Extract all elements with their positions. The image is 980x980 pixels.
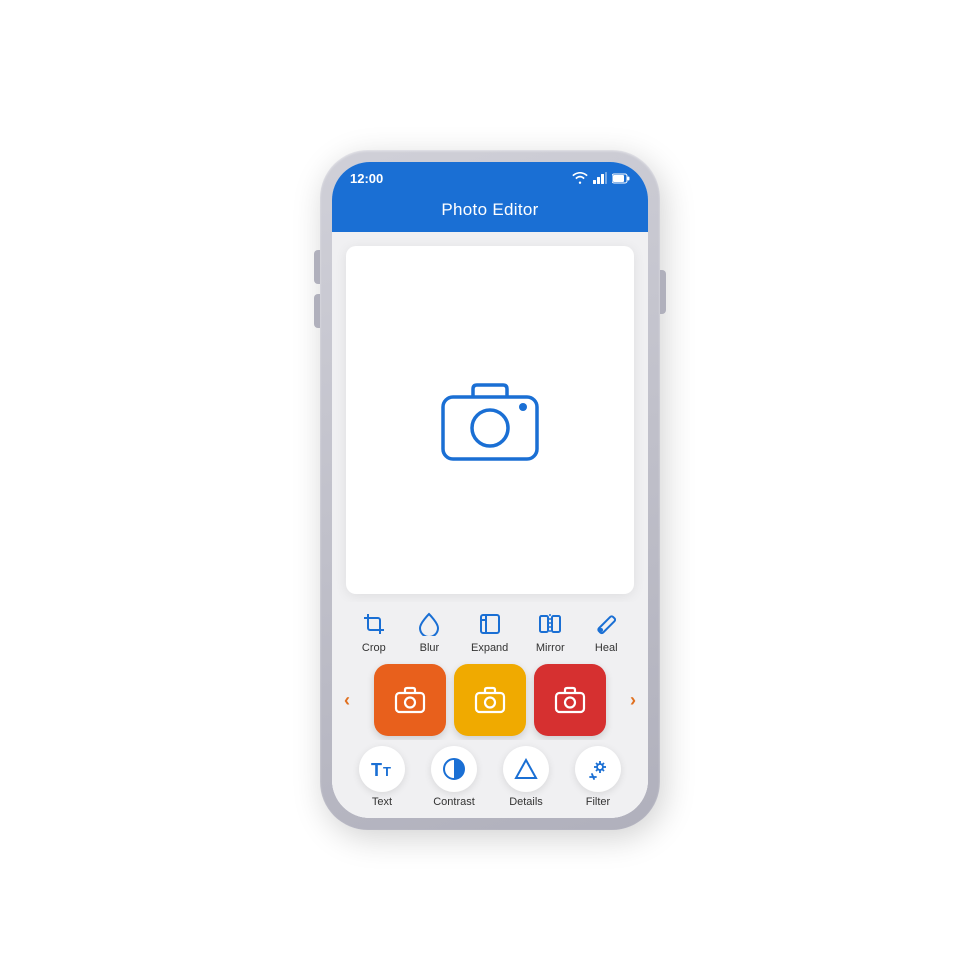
phone-frame: 12:00: [320, 150, 660, 830]
details-label: Details: [509, 796, 543, 808]
filter-prev-arrow[interactable]: ‹: [340, 690, 354, 711]
bottom-tool-filter[interactable]: Filter: [575, 746, 621, 808]
svg-text:T: T: [371, 760, 382, 780]
app-header: Photo Editor: [332, 194, 648, 232]
main-content: Crop Blur: [332, 232, 648, 818]
blur-icon: [415, 610, 443, 638]
tool-expand[interactable]: Expand: [471, 610, 508, 654]
wifi-icon: [572, 172, 588, 184]
battery-icon: [612, 173, 630, 184]
contrast-tool-circle: [431, 746, 477, 792]
image-canvas[interactable]: [346, 246, 634, 594]
bottom-tool-contrast[interactable]: Contrast: [431, 746, 477, 808]
filter-red[interactable]: [534, 664, 606, 736]
filter-red-camera-icon: [554, 686, 586, 714]
blur-label: Blur: [420, 642, 440, 654]
contrast-icon: [441, 756, 467, 782]
text-tool-circle: T T: [359, 746, 405, 792]
expand-label: Expand: [471, 642, 508, 654]
bottom-tool-text[interactable]: T T Text: [359, 746, 405, 808]
bottom-tool-details[interactable]: Details: [503, 746, 549, 808]
contrast-label: Contrast: [433, 796, 475, 808]
app-title: Photo Editor: [441, 200, 538, 219]
sparkle-icon: [586, 757, 610, 781]
expand-icon: [476, 610, 504, 638]
heal-icon: [592, 610, 620, 638]
tool-crop[interactable]: Crop: [360, 610, 388, 654]
heal-label: Heal: [595, 642, 618, 654]
text-icon: T T: [370, 758, 394, 780]
crop-label: Crop: [362, 642, 386, 654]
filter-next-arrow[interactable]: ›: [626, 690, 640, 711]
details-tool-circle: [503, 746, 549, 792]
tools-row: Crop Blur: [332, 602, 648, 660]
filter-yellow-camera-icon: [474, 686, 506, 714]
filter-label: Filter: [586, 796, 610, 808]
tool-blur[interactable]: Blur: [415, 610, 443, 654]
filter-orange-camera-icon: [394, 686, 426, 714]
filter-orange[interactable]: [374, 664, 446, 736]
status-icons: [572, 172, 630, 184]
camera-placeholder-icon: [435, 375, 545, 465]
tool-mirror[interactable]: Mirror: [536, 610, 565, 654]
filter-items: [354, 664, 626, 736]
phone-screen: 12:00: [332, 162, 648, 818]
svg-text:T: T: [383, 764, 391, 779]
filter-tool-circle: [575, 746, 621, 792]
mirror-label: Mirror: [536, 642, 565, 654]
tool-heal[interactable]: Heal: [592, 610, 620, 654]
text-label: Text: [372, 796, 392, 808]
status-bar: 12:00: [332, 162, 648, 194]
bottom-tools: T T Text Contrast: [332, 740, 648, 818]
filter-yellow[interactable]: [454, 664, 526, 736]
signal-icon: [593, 172, 607, 184]
status-time: 12:00: [350, 171, 383, 186]
mirror-icon: [536, 610, 564, 638]
crop-icon: [360, 610, 388, 638]
filters-row: ‹: [332, 660, 648, 740]
triangle-icon: [514, 758, 538, 780]
